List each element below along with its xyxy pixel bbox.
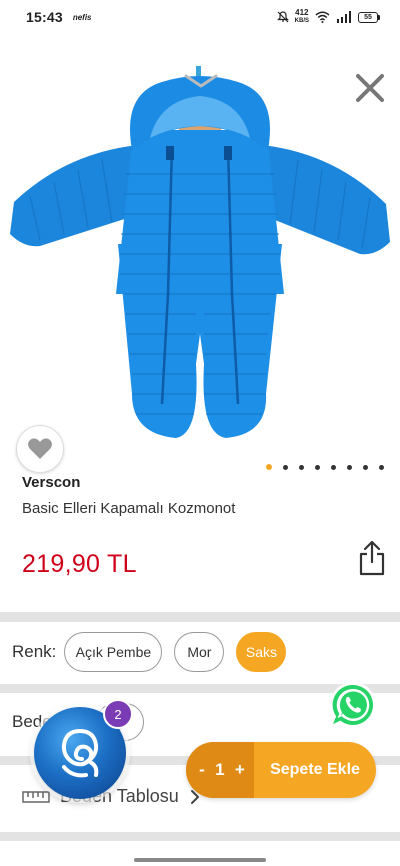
notification-badge: 2 <box>103 699 133 729</box>
whatsapp-icon <box>332 684 374 725</box>
section-divider <box>0 832 400 841</box>
heart-icon <box>28 438 52 459</box>
color-option-saks[interactable]: Saks <box>236 632 287 672</box>
product-title: Basic Elleri Kapamalı Kozmonot <box>22 500 236 517</box>
gallery-dot[interactable] <box>347 464 352 470</box>
close-icon[interactable] <box>352 70 388 106</box>
product-image[interactable] <box>0 34 400 473</box>
mute-icon <box>276 11 289 23</box>
color-option-light-pink[interactable]: Açık Pembe <box>64 632 163 672</box>
add-to-cart-button[interactable]: Sepete Ekle <box>254 761 376 779</box>
signal-icon <box>337 11 351 23</box>
ruler-icon <box>22 790 50 803</box>
product-brand[interactable]: Verscon <box>22 474 80 491</box>
section-divider <box>0 612 400 622</box>
snowsuit-image <box>10 66 390 438</box>
status-time: 15:43 <box>26 9 63 25</box>
status-icons: 412 KB/S 55 <box>276 9 380 25</box>
quantity-stepper: - 1 + <box>186 742 254 798</box>
network-speed: 412 KB/S <box>295 9 309 25</box>
favorite-button[interactable] <box>16 425 64 473</box>
gallery-pagination <box>266 464 384 470</box>
whatsapp-button[interactable] <box>330 682 376 728</box>
size-table-link[interactable]: Beden Tablosu <box>22 786 201 807</box>
home-indicator[interactable] <box>134 858 266 862</box>
gallery-dot[interactable] <box>266 464 272 470</box>
gallery-dot[interactable] <box>315 464 320 470</box>
color-selector: Renk: Açık Pembe Mor Saks <box>12 632 298 672</box>
net-speed-unit: KB/S <box>294 18 309 24</box>
battery-level: 55 <box>358 11 378 23</box>
increase-quantity-button[interactable]: + <box>235 760 245 780</box>
add-to-cart-bar: - 1 + Sepete Ekle <box>186 742 376 798</box>
share-icon[interactable] <box>358 540 386 576</box>
status-bar: 15:43 nefis 412 KB/S 55 <box>0 0 400 34</box>
color-label: Renk: <box>12 642 57 661</box>
gallery-dot[interactable] <box>299 464 304 470</box>
net-speed-value: 412 <box>295 8 309 17</box>
collapse-chevron-icon[interactable] <box>184 74 218 88</box>
battery-icon: 55 <box>358 11 380 23</box>
decrease-quantity-button[interactable]: - <box>199 760 205 780</box>
product-detail-screen: 15:43 nefis 412 KB/S 55 Verscon Basic El… <box>0 0 400 866</box>
gallery-dot[interactable] <box>283 464 288 470</box>
gallery-dot[interactable] <box>379 464 384 470</box>
gallery-dot[interactable] <box>363 464 368 470</box>
wifi-icon <box>315 11 330 23</box>
assistant-logo-icon <box>61 729 99 778</box>
product-price: 219,90 TL <box>22 550 137 578</box>
gallery-dot[interactable] <box>331 464 336 470</box>
color-option-purple[interactable]: Mor <box>174 632 225 672</box>
status-app-indicator: nefis <box>72 12 92 22</box>
quantity-value: 1 <box>215 760 225 779</box>
